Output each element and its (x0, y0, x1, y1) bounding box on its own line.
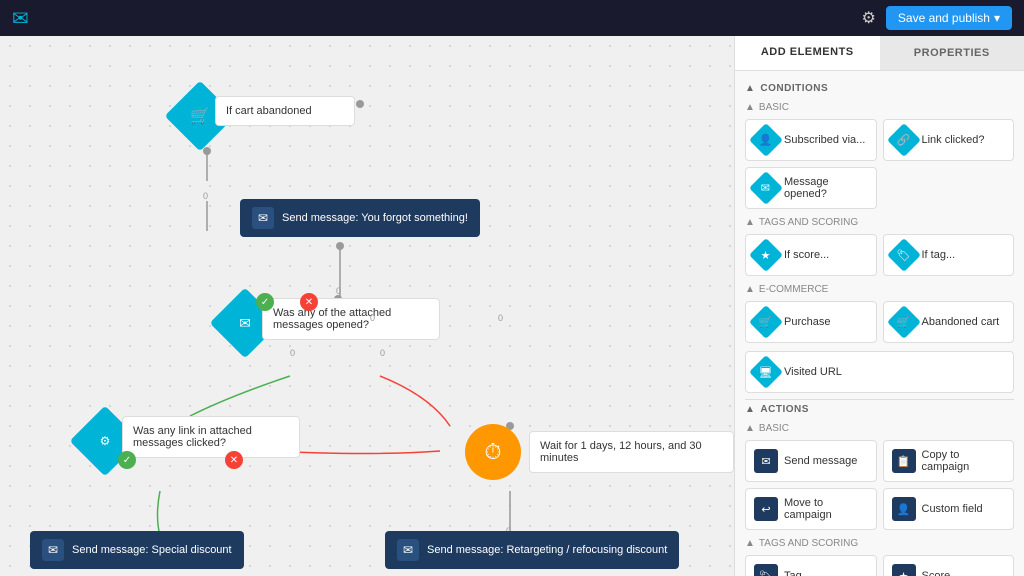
copy-campaign-label: Copy to campaign (922, 449, 1006, 473)
purchase-label: Purchase (784, 316, 830, 328)
move-campaign-label: Move to campaign (784, 497, 868, 521)
tags-scoring-grid: ★ If score... 🏷 If tag... (745, 234, 1014, 276)
link-clicked-label: Link clicked? (922, 134, 985, 146)
node-send-retarget[interactable]: ✉ Send message: Retargeting / refocusing… (385, 531, 679, 569)
actions-header[interactable]: ▲ ACTIONS (745, 404, 1014, 415)
node-send-message-1[interactable]: ✉ Send message: You forgot something! (240, 199, 480, 237)
save-arrow-icon: ▾ (994, 11, 1000, 25)
node-was-clicked-label: Was any link in attached messages clicke… (133, 425, 252, 449)
element-tag[interactable]: 🏷 Tag (745, 555, 877, 576)
node-wait[interactable]: ⏱ Wait for 1 days, 12 hours, and 30 minu… (465, 424, 734, 480)
element-link-clicked[interactable]: 🔗 Link clicked? (883, 119, 1015, 161)
right-panel: ADD ELEMENTS PROPERTIES ▲ CONDITIONS ▲ B… (734, 36, 1024, 576)
element-abandoned-cart[interactable]: 🛒 Abandoned cart (883, 301, 1015, 343)
element-move-campaign[interactable]: ↩ Move to campaign (745, 488, 877, 530)
move-campaign-icon: ↩ (754, 497, 778, 521)
tags-scoring-label: TAGS AND SCORING (759, 217, 858, 228)
subscribed-icon: 👤 (749, 123, 783, 157)
divider-actions (745, 399, 1014, 400)
tab-add-elements[interactable]: ADD ELEMENTS (735, 36, 880, 70)
if-score-label: If score... (784, 249, 829, 261)
element-send-message[interactable]: ✉ Send message (745, 440, 877, 482)
element-subscribed[interactable]: 👤 Subscribed via... (745, 119, 877, 161)
message-opened-label: Message opened? (784, 176, 868, 200)
link-clicked-icon: 🔗 (887, 123, 921, 157)
element-copy-campaign[interactable]: 📋 Copy to campaign (883, 440, 1015, 482)
actions-tags-arrow: ▲ (745, 538, 755, 549)
save-publish-label: Save and publish (898, 11, 990, 25)
ecommerce-label: E-COMMERCE (759, 284, 828, 295)
actions-basic-subheader[interactable]: ▲ BASIC (745, 423, 1014, 434)
element-visited-url[interactable]: 🖥 Visited URL (745, 351, 1014, 393)
tags-scoring-subheader[interactable]: ▲ TAGS AND SCORING (745, 217, 1014, 228)
ecommerce-subheader[interactable]: ▲ E-COMMERCE (745, 284, 1014, 295)
visited-url-label: Visited URL (784, 366, 842, 378)
node-send-retarget-label: Send message: Retargeting / refocusing d… (427, 544, 667, 556)
tab-properties[interactable]: PROPERTIES (880, 36, 1024, 70)
actions-label: ACTIONS (760, 404, 809, 415)
score-label: Score (922, 570, 951, 576)
element-message-opened[interactable]: ✉ Message opened? (745, 167, 877, 209)
ecommerce-grid: 🛒 Purchase 🛒 Abandoned cart (745, 301, 1014, 343)
save-publish-button[interactable]: Save and publish ▾ (886, 6, 1012, 30)
logo-icon: ✉ (12, 6, 29, 31)
send-message-label: Send message (784, 455, 857, 467)
element-if-tag[interactable]: 🏷 If tag... (883, 234, 1015, 276)
abandoned-cart-icon: 🛒 (887, 305, 921, 339)
actions-arrow: ▲ (745, 404, 755, 415)
node-wait-label: Wait for 1 days, 12 hours, and 30 minute… (540, 440, 702, 464)
node-was-opened[interactable]: ✉ ✓ ✕ Was any of the attached messages o… (220, 293, 440, 363)
actions-basic-arrow: ▲ (745, 423, 755, 434)
workflow-canvas[interactable]: 0 0 0 0 0 (0, 36, 734, 576)
node-send-msg-1-label: Send message: You forgot something! (282, 212, 468, 224)
purchase-icon: 🛒 (749, 305, 783, 339)
tag-icon: 🏷 (754, 564, 778, 576)
score-icon: ★ (892, 564, 916, 576)
copy-campaign-icon: 📋 (892, 449, 916, 473)
svg-text:0: 0 (203, 191, 208, 201)
element-if-score[interactable]: ★ If score... (745, 234, 877, 276)
subscribed-label: Subscribed via... (784, 134, 865, 146)
actions-basic-label: BASIC (759, 423, 789, 434)
element-score[interactable]: ★ Score (883, 555, 1015, 576)
element-purchase[interactable]: 🛒 Purchase (745, 301, 877, 343)
node-send-special[interactable]: ✉ Send message: Special discount (30, 531, 244, 569)
tags-arrow: ▲ (745, 217, 755, 228)
if-tag-label: If tag... (922, 249, 956, 261)
actions-tags-grid: 🏷 Tag ★ Score (745, 555, 1014, 576)
if-tag-icon: 🏷 (887, 238, 921, 272)
basic-arrow: ▲ (745, 102, 755, 113)
actions-tags-label: TAGS AND SCORING (759, 538, 858, 549)
node-cart-abandoned-label: If cart abandoned (226, 105, 312, 117)
tag-label: Tag (784, 570, 802, 576)
element-custom-field[interactable]: 👤 Custom field (883, 488, 1015, 530)
if-score-icon: ★ (749, 238, 783, 272)
node-was-clicked[interactable]: ⚙ ✓ ✕ Was any link in attached messages … (80, 411, 300, 481)
message-opened-icon: ✉ (749, 171, 783, 205)
basic-subheader[interactable]: ▲ BASIC (745, 102, 1014, 113)
conditions-header[interactable]: ▲ CONDITIONS (745, 83, 1014, 94)
basic-conditions-grid: 👤 Subscribed via... 🔗 Link clicked? ✉ Me… (745, 119, 1014, 209)
conditions-section: ▲ CONDITIONS ▲ BASIC 👤 Subscribed via...… (735, 71, 1024, 576)
node-send-special-label: Send message: Special discount (72, 544, 232, 556)
custom-field-icon: 👤 (892, 497, 916, 521)
node-cart-abandoned[interactable]: 🛒 If cart abandoned (175, 91, 375, 151)
send-message-icon: ✉ (754, 449, 778, 473)
topbar: ✉ ⚙ Save and publish ▾ (0, 0, 1024, 36)
settings-button[interactable]: ⚙ (862, 8, 876, 28)
actions-tags-subheader[interactable]: ▲ TAGS AND SCORING (745, 538, 1014, 549)
panel-tabs: ADD ELEMENTS PROPERTIES (735, 36, 1024, 71)
conditions-label: CONDITIONS (760, 83, 828, 94)
actions-basic-grid: ✉ Send message 📋 Copy to campaign ↩ Move… (745, 440, 1014, 530)
basic-label: BASIC (759, 102, 789, 113)
visited-url-icon: 🖥 (749, 355, 783, 389)
main-layout: 0 0 0 0 0 (0, 36, 1024, 576)
conditions-arrow: ▲ (745, 83, 755, 94)
ecommerce-arrow: ▲ (745, 284, 755, 295)
abandoned-cart-label: Abandoned cart (922, 316, 1000, 328)
custom-field-label: Custom field (922, 503, 983, 515)
